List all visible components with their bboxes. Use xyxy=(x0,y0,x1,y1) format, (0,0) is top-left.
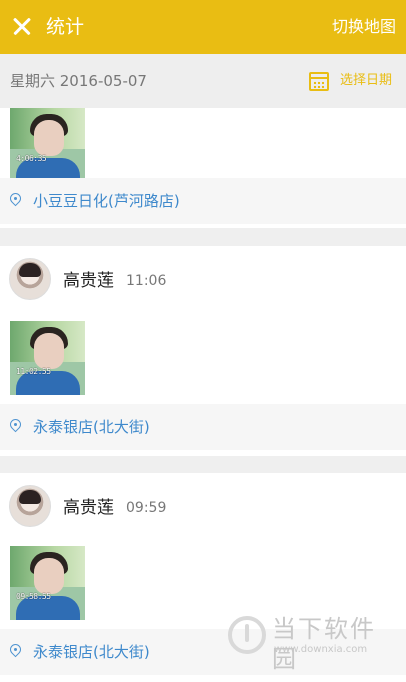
page-title: 统计 xyxy=(46,16,85,38)
checkin-time: 11:06 xyxy=(126,273,167,289)
record-card[interactable]: 4:06:35 小豆豆日化(芦河路店) xyxy=(0,108,406,228)
photo-timestamp: 11:02:55 xyxy=(16,367,51,376)
avatar xyxy=(9,258,51,300)
location-pin-icon xyxy=(10,193,22,208)
watermark: 当下软件园 www.downxia.com xyxy=(228,612,398,673)
watermark-logo-icon xyxy=(228,616,266,654)
location-pin-icon xyxy=(10,644,22,659)
employee-name: 高贵莲 xyxy=(63,271,114,291)
checkin-photo[interactable]: 4:06:35 xyxy=(10,108,85,182)
location-name: 小豆豆日化(芦河路店) xyxy=(33,192,180,210)
checkin-time: 09:59 xyxy=(126,500,167,516)
location-row[interactable]: 小豆豆日化(芦河路店) xyxy=(0,178,406,224)
location-row[interactable]: 永泰银店(北大街) xyxy=(0,404,406,450)
date-bar: 星期六 2016-05-07 选择日期 xyxy=(0,54,406,108)
avatar xyxy=(9,485,51,527)
calendar-icon[interactable] xyxy=(309,72,329,91)
select-date-button[interactable]: 选择日期 xyxy=(340,72,392,90)
location-pin-icon xyxy=(10,419,22,434)
photo-timestamp: 4:06:35 xyxy=(16,154,47,163)
current-date: 星期六 2016-05-07 xyxy=(10,72,147,90)
checkin-photo[interactable]: 11:02:55 xyxy=(10,321,85,395)
photo-timestamp: 09:58:55 xyxy=(16,592,51,601)
top-bar: 统计 切换地图 xyxy=(0,0,406,54)
app-screen: 统计 切换地图 星期六 2016-05-07 选择日期 4:06:35 小豆豆日… xyxy=(0,0,406,682)
close-icon[interactable] xyxy=(10,14,34,38)
watermark-url: www.downxia.com xyxy=(274,644,368,655)
employee-name: 高贵莲 xyxy=(63,498,114,518)
record-list[interactable]: 4:06:35 小豆豆日化(芦河路店) 高贵莲 11:06 11:02:55 永… xyxy=(0,108,406,682)
record-card[interactable]: 高贵莲 11:06 11:02:55 永泰银店(北大街) xyxy=(0,246,406,456)
checkin-photo[interactable]: 09:58:55 xyxy=(10,546,85,620)
switch-map-button[interactable]: 切换地图 xyxy=(332,15,396,39)
location-name: 永泰银店(北大街) xyxy=(33,643,150,661)
location-name: 永泰银店(北大街) xyxy=(33,418,150,436)
